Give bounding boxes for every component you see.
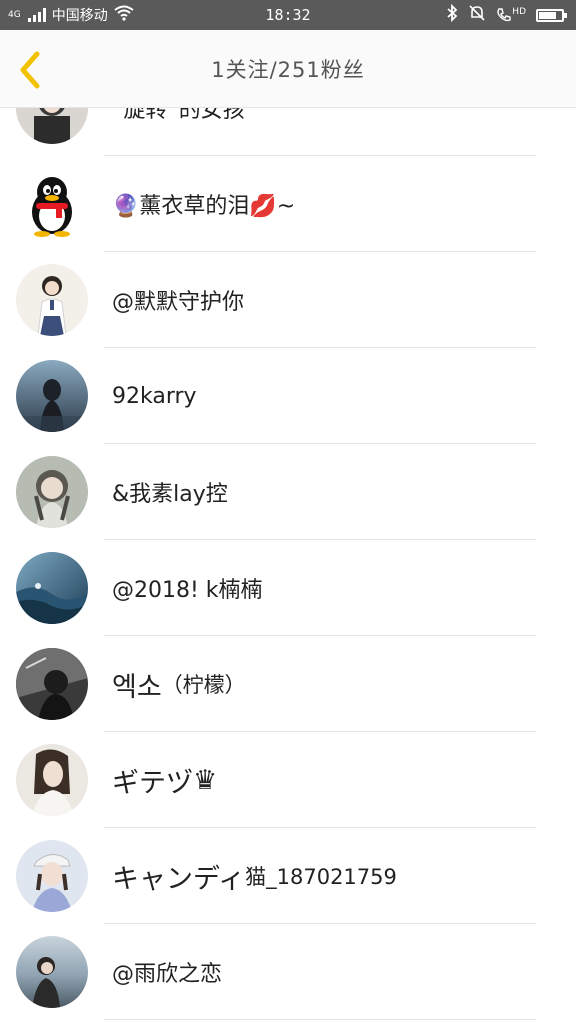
header: 1关注/251粉丝 [0,30,576,108]
avatar [16,168,88,240]
follower-name: @雨欣之恋 [112,962,223,987]
hd-call-icon: HD [496,7,526,23]
battery-level [539,11,556,19]
follower-name: @2018! k楠楠 [112,578,263,603]
follower-name-main: ギテヅ [112,767,193,799]
list-item[interactable]: @2018! k楠楠 [0,540,576,636]
follower-name: “旋转”的女孩 [112,108,245,123]
avatar [16,108,88,144]
avatar [16,648,88,720]
follower-name: ギテヅ ♛ [112,732,217,828]
list-item[interactable]: キャンディ 猫_187021759 [0,828,576,924]
bluetooth-icon [446,3,458,26]
follower-name-main: 엑소 [112,671,162,703]
avatar [16,456,88,528]
list-item[interactable]: 엑소 （柠檬） [0,636,576,732]
avatar [16,264,88,336]
follower-name: 🔮薰衣草的泪💋~ [112,194,296,219]
mute-icon [468,4,486,26]
status-right: HD [446,0,567,30]
follower-name: &我素lay控 [112,482,228,507]
status-bar: 4G 中国移动 18:32 HD [0,0,576,30]
list-item[interactable]: @默默守护你 [0,252,576,348]
hd-label: HD [512,7,526,17]
list-item[interactable]: “旋转”的女孩 [0,108,576,156]
follower-name: 엑소 （柠檬） [112,636,246,732]
follower-name-main: キャンディ [112,863,246,895]
avatar [16,744,88,816]
battery-icon [536,8,567,22]
follower-list-content: “旋转”的女孩 🔮薰衣草的泪💋~ @默默守护你 92karry &我素lay控 … [0,108,576,1020]
divider [104,1019,536,1020]
list-item[interactable]: 92karry [0,348,576,444]
page-title: 1关注/251粉丝 [211,58,365,82]
list-item[interactable]: 🔮薰衣草的泪💋~ [0,156,576,252]
follower-list[interactable]: “旋转”的女孩 🔮薰衣草的泪💋~ @默默守护你 92karry &我素lay控 … [0,108,576,1024]
list-item[interactable]: ギテヅ ♛ [0,732,576,828]
follower-name: @默默守护你 [112,290,245,315]
list-item[interactable]: &我素lay控 [0,444,576,540]
avatar [16,552,88,624]
follower-name: キャンディ 猫_187021759 [112,828,397,924]
avatar [16,936,88,1008]
list-item[interactable]: @雨欣之恋 [0,924,576,1020]
follower-name: 92karry [112,383,197,409]
follower-name-suffix: 猫_187021759 [245,865,397,889]
avatar [16,360,88,432]
crown-icon: ♛ [193,764,218,796]
avatar [16,840,88,912]
follower-name-suffix: （柠檬） [161,673,246,697]
